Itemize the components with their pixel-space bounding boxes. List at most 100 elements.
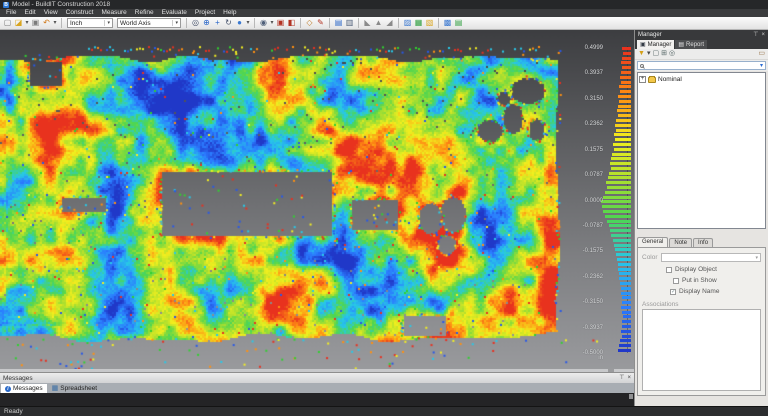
toolbar-separator: [329, 18, 330, 28]
display-object-checkbox[interactable]: [666, 267, 672, 273]
filter-dropdown-icon[interactable]: ▾: [647, 49, 651, 59]
chevron-down-icon: ▾: [172, 20, 178, 26]
camera-icon[interactable]: ◧: [286, 17, 297, 29]
filter-icon[interactable]: ▼: [638, 49, 645, 59]
zoom-fit-icon[interactable]: ◎: [190, 17, 201, 29]
tab-info[interactable]: Info: [693, 238, 713, 247]
messages-tab-strip: iMessages▦Spreadsheet: [0, 383, 634, 393]
tab-general[interactable]: General: [637, 237, 668, 247]
axis-combobox-value: World Axis: [120, 20, 151, 27]
snapshot-icon[interactable]: ▣: [275, 17, 286, 29]
spreadsheet-icon[interactable]: ▤: [333, 17, 344, 29]
delete-icon[interactable]: ▭: [758, 49, 765, 59]
select-hand-icon[interactable]: ◇: [304, 17, 315, 29]
left-column: 0.49990.39370.31500.23620.15750.07870.00…: [0, 30, 634, 406]
chevron-down-icon: ▾: [104, 20, 110, 26]
align-icon[interactable]: ◣: [362, 17, 373, 29]
associations-list[interactable]: [642, 309, 761, 391]
export-icon[interactable]: ▤: [453, 17, 464, 29]
shading-dropdown-icon[interactable]: ▾: [245, 17, 251, 29]
checkbox-label: Put in Show: [682, 277, 717, 284]
menu-construct[interactable]: Construct: [62, 9, 98, 17]
clipboard-icon[interactable]: ▥: [344, 17, 355, 29]
tab-label: Manager: [648, 42, 672, 48]
viewport-canvas[interactable]: [0, 30, 634, 372]
messages-panel-title: Messages: [3, 375, 33, 382]
checkbox-label: Display Name: [679, 288, 719, 295]
save-file-icon[interactable]: ▣: [30, 17, 41, 29]
grid-icon[interactable]: ▦: [413, 17, 424, 29]
properties-body: Color ▾ Display Object Put in Show ✓Displa…: [637, 247, 766, 396]
visibility-icon[interactable]: ◉: [258, 17, 269, 29]
messages-panel: Messages ⊤ × iMessages▦Spreadsheet: [0, 372, 634, 406]
manager-tab-strip: ▣Manager▤Report: [635, 39, 768, 49]
unit-combobox-value: Inch: [70, 20, 82, 27]
main-area: 0.49990.39370.31500.23620.15750.07870.00…: [0, 30, 768, 406]
report-icon[interactable]: ▨: [402, 17, 413, 29]
manager-panel: Manager ⊤ × ▣Manager▤Report ▼▾▢⊞◎▭ ▾ + N…: [634, 30, 768, 406]
mesh-icon[interactable]: ▲: [373, 17, 384, 29]
menu-view[interactable]: View: [40, 9, 62, 17]
copy-icon[interactable]: ⊞: [661, 49, 667, 59]
toolbar-separator: [61, 18, 62, 28]
pin-icon[interactable]: ⊤: [619, 374, 624, 382]
put-in-show-checkbox[interactable]: [673, 278, 679, 284]
annotate-pen-icon[interactable]: ✎: [315, 17, 326, 29]
menu-file[interactable]: File: [2, 9, 20, 17]
undo-icon[interactable]: ↶: [41, 17, 52, 29]
menu-project[interactable]: Project: [191, 9, 219, 17]
tree-item-nominal[interactable]: + Nominal: [639, 75, 764, 84]
object-tree[interactable]: + Nominal: [637, 72, 766, 229]
manager-toolbar: ▼▾▢⊞◎ ▭: [635, 49, 768, 60]
zoom-window-icon[interactable]: ⊕: [201, 17, 212, 29]
surface-icon[interactable]: ◢: [384, 17, 395, 29]
tab-manager[interactable]: ▣Manager: [637, 40, 674, 49]
search-input[interactable]: ▾: [637, 61, 766, 70]
menu-help[interactable]: Help: [219, 9, 240, 17]
color-row: Color ▾: [642, 253, 761, 262]
manager-panel-title: Manager: [638, 32, 662, 38]
open-file-icon[interactable]: ◪: [13, 17, 24, 29]
tab-spreadsheet[interactable]: ▦Spreadsheet: [48, 384, 102, 393]
pin-icon[interactable]: ⊤: [753, 31, 758, 39]
menu-measure[interactable]: Measure: [98, 9, 131, 17]
orbit-icon[interactable]: ↻: [223, 17, 234, 29]
unit-combobox[interactable]: Inch ▾: [67, 18, 113, 28]
checkbox-label: Display Object: [675, 266, 717, 273]
close-icon[interactable]: ×: [761, 31, 765, 39]
tab-messages[interactable]: iMessages: [1, 384, 47, 393]
display-name-checkbox[interactable]: ✓: [670, 289, 676, 295]
color-label: Color: [642, 254, 658, 261]
associations-label: Associations: [642, 301, 761, 308]
pan-icon[interactable]: +: [212, 17, 223, 29]
cad-icon[interactable]: ▧: [424, 17, 435, 29]
tab-report[interactable]: ▤Report: [675, 40, 707, 49]
info-icon: i: [5, 386, 11, 392]
color-combobox[interactable]: ▾: [661, 253, 761, 262]
status-text: Ready: [4, 408, 23, 415]
toolbar-separator: [398, 18, 399, 28]
find-icon[interactable]: ◎: [669, 49, 675, 59]
title-bar: B Model - BuildIT Construction 2018: [0, 0, 768, 9]
toolbar-separator: [254, 18, 255, 28]
close-icon[interactable]: ×: [627, 374, 631, 382]
axis-combobox[interactable]: World Axis ▾: [117, 18, 181, 28]
messages-scrollbar[interactable]: [629, 394, 633, 399]
tab-note[interactable]: Note: [669, 238, 692, 247]
menu-edit[interactable]: Edit: [20, 9, 39, 17]
viewport-resize-grip[interactable]: [608, 369, 614, 372]
status-bar: Ready: [0, 406, 768, 416]
new-group-icon[interactable]: ▢: [652, 49, 659, 59]
tree-expander-icon[interactable]: +: [639, 76, 646, 83]
new-file-icon[interactable]: ▢: [2, 17, 13, 29]
shading-icon[interactable]: ●: [234, 17, 245, 29]
folder-icon: [648, 77, 656, 83]
viewport-bottom-strip: [0, 369, 634, 372]
viewport-3d[interactable]: 0.49990.39370.31500.23620.15750.07870.00…: [0, 30, 634, 372]
menu-evaluate[interactable]: Evaluate: [158, 9, 191, 17]
menu-refine[interactable]: Refine: [131, 9, 158, 17]
spreadsheet-icon: ▦: [52, 385, 59, 393]
undo-dropdown-icon[interactable]: ▾: [52, 17, 58, 29]
project-icon[interactable]: ▩: [442, 17, 453, 29]
search-dropdown-icon[interactable]: ▾: [760, 62, 763, 70]
